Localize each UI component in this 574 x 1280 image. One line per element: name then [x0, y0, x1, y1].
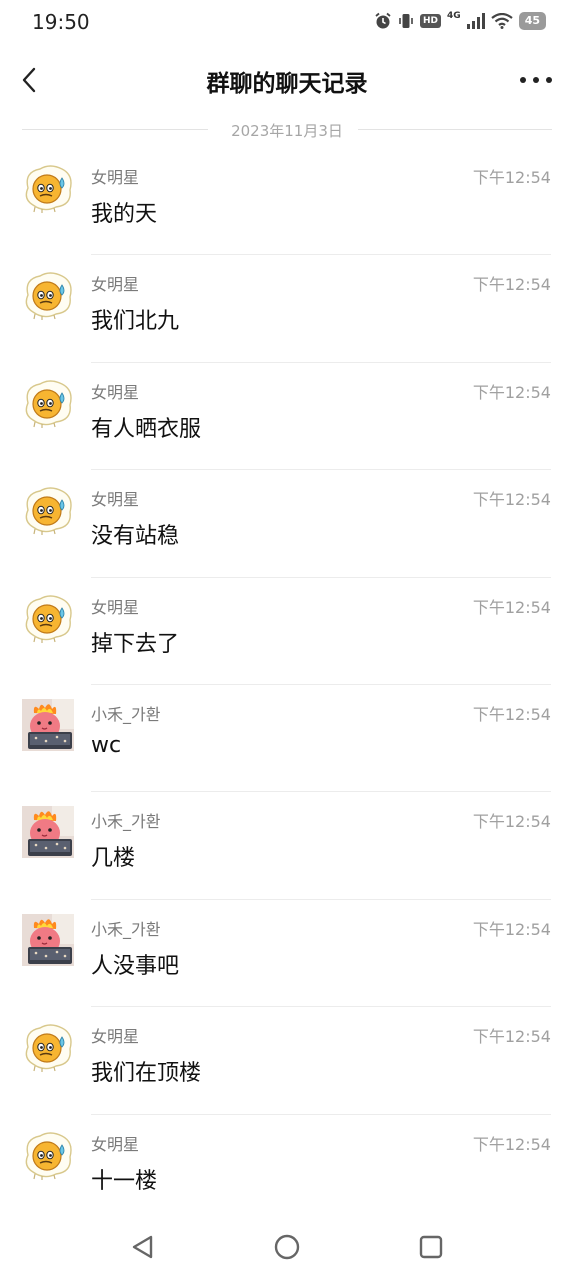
header: 群聊的聊天记录: [0, 52, 574, 108]
status-icons: HD 4G 45: [374, 11, 546, 30]
chat-message[interactable]: 女明星 下午12:54 我们在顶楼: [0, 1007, 574, 1115]
vibrate-icon: [399, 14, 413, 28]
date-label: 2023年11月3日: [231, 122, 343, 140]
sender-name: 女明星: [91, 275, 140, 295]
message-text: 十一楼: [91, 1168, 158, 1194]
wifi-icon: [491, 13, 513, 29]
battery-indicator: 45: [518, 12, 546, 30]
message-text: wc: [91, 732, 122, 758]
chat-message[interactable]: 女明星 下午12:54 十一楼: [0, 1115, 574, 1222]
message-text: 几楼: [91, 846, 136, 872]
circle-home-icon: [274, 1234, 300, 1260]
message-time: 下午12:54: [472, 1027, 551, 1047]
message-text: 人没事吧: [91, 953, 180, 979]
signal-icon: [466, 13, 485, 29]
nav-back-button[interactable]: [129, 1232, 159, 1262]
message-time: 下午12:54: [472, 382, 551, 402]
sender-name: 女明星: [91, 168, 140, 187]
message-time: 下午12:54: [472, 812, 551, 832]
avatar-egg-icon[interactable]: [22, 269, 74, 321]
system-navigation-bar: [0, 1220, 574, 1272]
chat-message[interactable]: 女明星 下午12:54 我们北九: [0, 255, 574, 363]
message-time: 下午12:54: [472, 1134, 551, 1154]
date-separator: 2023年11月3日: [22, 118, 552, 142]
avatar-pink-character-icon[interactable]: [22, 806, 74, 858]
more-dots-icon: [520, 77, 552, 83]
sender-name: 小禾_가환: [91, 919, 161, 939]
chat-message[interactable]: 女明星 下午12:54 掉下去了: [0, 578, 574, 685]
avatar-pink-character-icon[interactable]: [22, 914, 74, 966]
message-list[interactable]: 女明星 下午12:54 我的天 女明星 下午12:54 我们北九 女明星 下午1…: [0, 148, 574, 1222]
message-text: 我的天: [91, 202, 158, 227]
nav-recents-button[interactable]: [416, 1232, 446, 1262]
avatar-egg-icon[interactable]: [22, 377, 74, 429]
square-recents-icon: [419, 1235, 443, 1259]
sender-name: 女明星: [91, 1027, 140, 1047]
message-time: 下午12:54: [472, 919, 551, 939]
avatar-egg-icon[interactable]: [22, 484, 74, 536]
message-text: 有人晒衣服: [91, 416, 202, 442]
page-title: 群聊的聊天记录: [206, 71, 368, 97]
avatar-pink-character-icon[interactable]: [22, 699, 74, 751]
message-time: 下午12:54: [472, 168, 551, 187]
message-text: 掉下去了: [91, 631, 180, 657]
status-time: 19:50: [32, 10, 90, 34]
more-options-button[interactable]: [516, 66, 556, 94]
message-time: 下午12:54: [472, 490, 551, 510]
message-time: 下午12:54: [472, 275, 551, 295]
message-text: 没有站稳: [91, 524, 180, 550]
sender-name: 女明星: [91, 597, 140, 617]
chat-message[interactable]: 女明星 下午12:54 有人晒衣服: [0, 363, 574, 471]
avatar-egg-icon[interactable]: [22, 162, 74, 214]
chat-message[interactable]: 小禾_가환 下午12:54 几楼: [0, 792, 574, 900]
avatar-egg-icon[interactable]: [22, 1129, 74, 1181]
avatar-egg-icon[interactable]: [22, 1021, 74, 1073]
chat-message[interactable]: 小禾_가환 下午12:54 wc: [0, 685, 574, 793]
message-text: 我们在顶楼: [91, 1061, 202, 1087]
triangle-back-icon: [132, 1235, 153, 1259]
alarm-icon: [375, 12, 391, 29]
sender-name: 女明星: [91, 382, 140, 402]
sender-name: 小禾_가환: [91, 812, 161, 832]
message-text: 我们北九: [91, 309, 180, 335]
sender-name: 女明星: [91, 490, 140, 510]
sender-name: 女明星: [91, 1134, 140, 1154]
chat-message[interactable]: 女明星 下午12:54 我的天: [0, 148, 574, 256]
chat-message[interactable]: 小禾_가환 下午12:54 人没事吧: [0, 900, 574, 1008]
nav-home-button[interactable]: [272, 1232, 302, 1262]
message-time: 下午12:54: [472, 704, 551, 724]
hd-icon: HD: [420, 14, 442, 28]
sender-name: 小禾_가환: [91, 704, 161, 724]
message-time: 下午12:54: [472, 597, 551, 617]
divider: [358, 129, 552, 130]
chat-message[interactable]: 女明星 下午12:54 没有站稳: [0, 470, 574, 578]
avatar-egg-icon[interactable]: [22, 592, 74, 644]
network-type: 4G: [447, 11, 461, 21]
status-bar: 19:50 HD 4G 45: [0, 0, 574, 44]
